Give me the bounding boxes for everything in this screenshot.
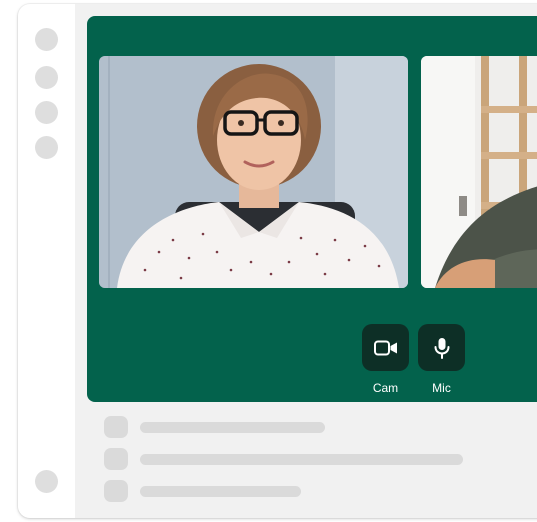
message-line-placeholder	[140, 422, 325, 433]
sidebar	[18, 4, 75, 518]
app-window: Cam Mic	[18, 4, 537, 518]
sidebar-profile-icon[interactable]	[35, 470, 58, 493]
participant-2-video	[421, 56, 537, 288]
sidebar-item-4-icon[interactable]	[35, 136, 58, 159]
chat-row-1	[104, 416, 524, 438]
message-line-placeholder	[140, 486, 301, 497]
message-line-placeholder	[140, 454, 463, 465]
sidebar-item-1-icon[interactable]	[35, 28, 58, 51]
avatar-placeholder	[104, 416, 128, 438]
participant-1-video	[99, 56, 408, 288]
mic-label: Mic	[432, 381, 451, 395]
mic-button[interactable]	[418, 324, 465, 371]
participant-video-tile-2[interactable]	[421, 56, 537, 288]
sidebar-item-2-icon[interactable]	[35, 66, 58, 89]
microphone-icon	[434, 337, 449, 359]
avatar-placeholder	[104, 448, 128, 470]
cam-label: Cam	[372, 381, 399, 395]
cam-button[interactable]	[362, 324, 409, 371]
video-camera-icon	[373, 340, 397, 355]
participant-video-tile-1[interactable]	[99, 56, 408, 288]
chat-row-2	[104, 448, 524, 470]
sidebar-item-3-icon[interactable]	[35, 101, 58, 124]
video-call-panel: Cam Mic	[87, 16, 537, 402]
chat-row-3	[104, 480, 524, 502]
avatar-placeholder	[104, 480, 128, 502]
